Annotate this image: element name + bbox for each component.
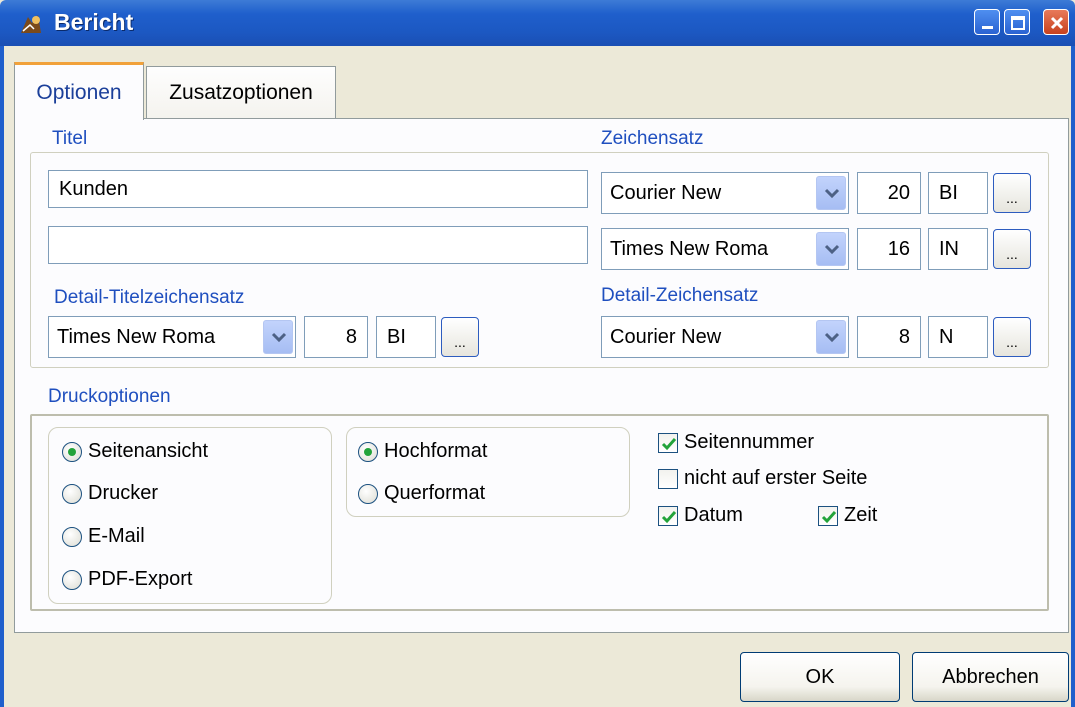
checkbox-nicht-erste-seite-label: nicht auf erster Seite (684, 467, 868, 489)
radio-drucker-label: Drucker (88, 482, 159, 504)
checkbox-datum[interactable]: Datum (658, 504, 743, 527)
detail-zeichensatz-browse-button[interactable]: ... (993, 317, 1031, 357)
zeichensatz2-font-select[interactable]: Times New Roma (601, 228, 849, 270)
minimize-button[interactable] (974, 9, 1000, 35)
title-line2-input[interactable] (48, 226, 588, 264)
window-frame-right (1071, 46, 1075, 707)
radio-seitenansicht-label: Seitenansicht (88, 440, 209, 462)
window-frame-left (0, 46, 4, 707)
checkbox-checked-icon[interactable] (658, 432, 678, 453)
checkbox-icon[interactable] (658, 468, 678, 489)
checkbox-checked-icon[interactable] (658, 505, 678, 526)
druckoptionen-label: Druckoptionen (48, 386, 171, 407)
zeichensatz2-browse-button[interactable]: ... (993, 229, 1031, 269)
detail-titel-font-select[interactable]: Times New Roma (48, 316, 296, 358)
detail-zeichensatz-style-input[interactable]: N (928, 316, 988, 358)
detail-zeichensatz-font-value: Courier New (610, 325, 722, 348)
radio-selected-icon[interactable] (358, 441, 378, 462)
chevron-down-icon[interactable] (816, 232, 846, 266)
chevron-down-icon[interactable] (263, 320, 293, 354)
titel-label: Titel (52, 128, 88, 149)
detail-zeichensatz-size-input[interactable]: 8 (857, 316, 921, 358)
maximize-button[interactable] (1004, 9, 1030, 35)
radio-selected-icon[interactable] (62, 441, 82, 462)
detail-zeichensatz-font-select[interactable]: Courier New (601, 316, 849, 358)
radio-icon[interactable] (62, 569, 82, 590)
app-icon (18, 11, 44, 37)
zeichensatz1-font-select[interactable]: Courier New (601, 172, 849, 214)
chevron-down-icon[interactable] (816, 176, 846, 210)
tab-optionen[interactable]: Optionen (14, 62, 144, 120)
radio-icon[interactable] (358, 483, 378, 504)
window-title: Bericht (54, 9, 134, 35)
radio-pdf-export[interactable]: PDF-Export (62, 568, 192, 591)
zeichensatz1-style-input[interactable]: BI (928, 172, 988, 214)
radio-pdf-export-label: PDF-Export (88, 568, 193, 590)
title-line1-input[interactable]: Kunden (48, 170, 588, 208)
zeichensatz-label: Zeichensatz (601, 128, 704, 149)
chevron-down-icon[interactable] (816, 320, 846, 354)
radio-email-label: E-Mail (88, 525, 145, 547)
zeichensatz2-font-value: Times New Roma (610, 237, 769, 260)
close-button[interactable] (1043, 9, 1069, 35)
checkbox-zeit[interactable]: Zeit (818, 504, 877, 527)
report-dialog: Bericht Optionen Zusatzoptionen Titel Ze… (0, 0, 1075, 707)
radio-icon[interactable] (62, 526, 82, 547)
radio-icon[interactable] (62, 483, 82, 504)
zeichensatz1-font-value: Courier New (610, 181, 722, 204)
detail-titel-font-value: Times New Roma (57, 325, 216, 348)
checkbox-zeit-label: Zeit (844, 504, 878, 526)
zeichensatz1-browse-button[interactable]: ... (993, 173, 1031, 213)
radio-querformat-label: Querformat (384, 482, 486, 504)
checkbox-nicht-erste-seite[interactable]: nicht auf erster Seite (658, 467, 867, 490)
checkbox-seitennummer[interactable]: Seitennummer (658, 431, 814, 454)
detail-titel-browse-button[interactable]: ... (441, 317, 479, 357)
checkbox-datum-label: Datum (684, 504, 743, 526)
cancel-button[interactable]: Abbrechen (912, 652, 1069, 702)
detail-zeichensatz-label: Detail-Zeichensatz (601, 285, 759, 306)
detail-titel-label: Detail-Titelzeichensatz (54, 287, 245, 308)
zeichensatz2-size-input[interactable]: 16 (857, 228, 921, 270)
zeichensatz2-style-input[interactable]: IN (928, 228, 988, 270)
ok-button[interactable]: OK (740, 652, 900, 702)
radio-drucker[interactable]: Drucker (62, 482, 158, 505)
radio-hochformat-label: Hochformat (384, 440, 488, 462)
title-bar[interactable]: Bericht (0, 0, 1075, 46)
zeichensatz1-size-input[interactable]: 20 (857, 172, 921, 214)
detail-titel-size-input[interactable]: 8 (304, 316, 368, 358)
tab-zusatzoptionen[interactable]: Zusatzoptionen (146, 66, 336, 118)
radio-querformat[interactable]: Querformat (358, 482, 485, 505)
radio-email[interactable]: E-Mail (62, 525, 145, 548)
detail-titel-style-input[interactable]: BI (376, 316, 436, 358)
radio-seitenansicht[interactable]: Seitenansicht (62, 440, 208, 463)
radio-hochformat[interactable]: Hochformat (358, 440, 487, 463)
checkbox-checked-icon[interactable] (818, 505, 838, 526)
checkbox-seitennummer-label: Seitennummer (684, 431, 815, 453)
